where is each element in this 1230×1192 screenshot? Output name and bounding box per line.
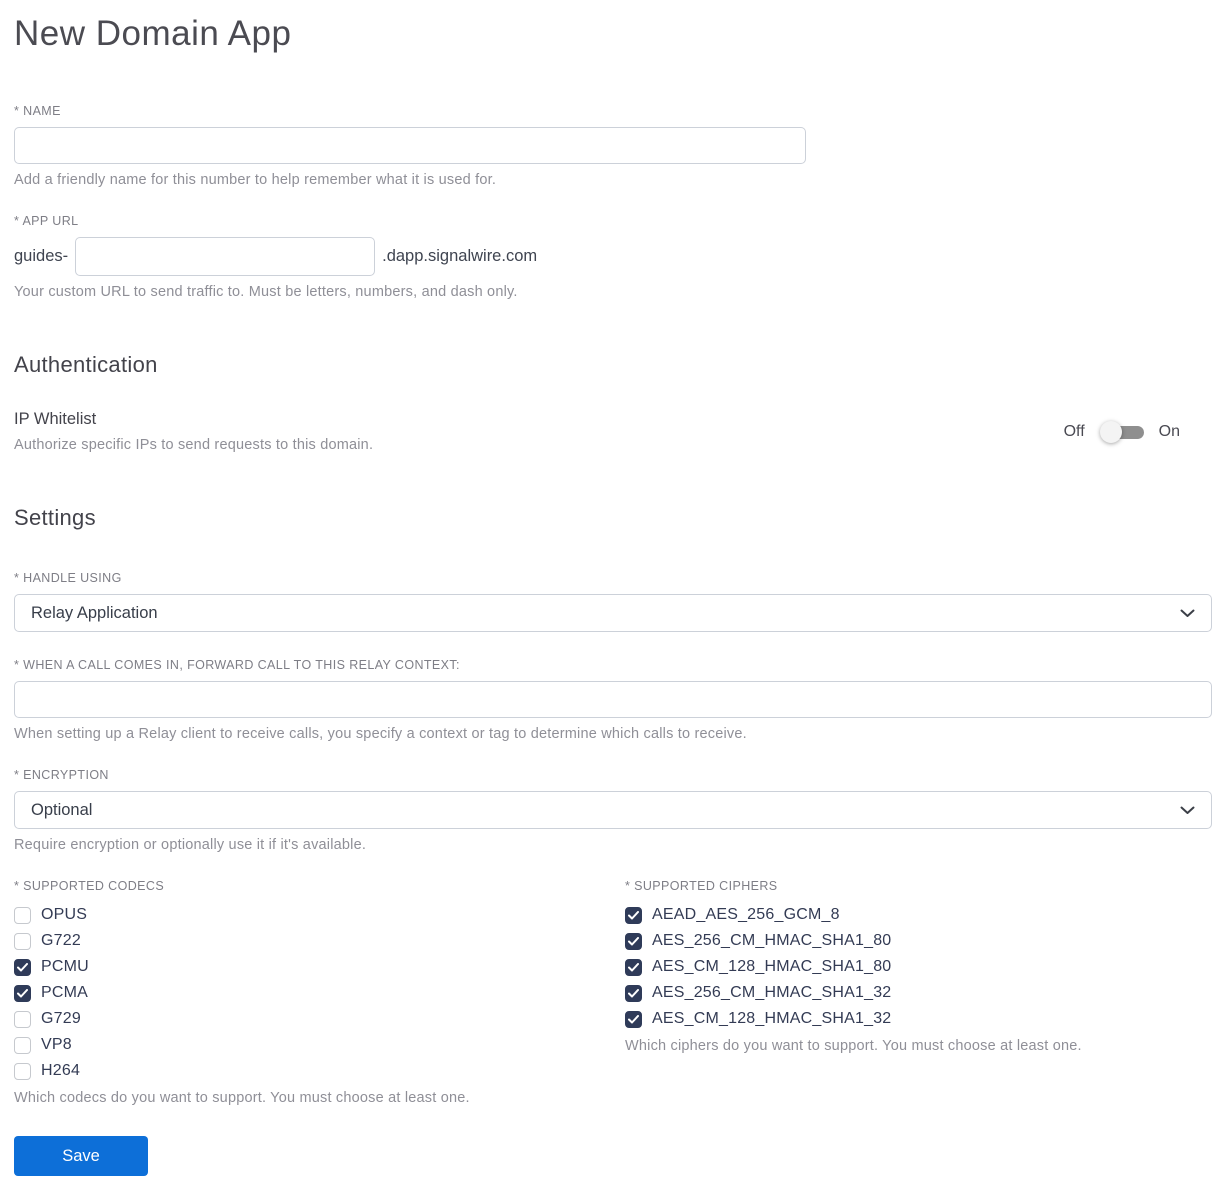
checkbox[interactable] (625, 906, 642, 924)
checkbox-option-label: G722 (41, 932, 81, 949)
ip-whitelist-helper-text: Authorize specific IPs to send requests … (14, 437, 374, 453)
encryption-value: Optional (31, 800, 93, 819)
ip-whitelist-text-block: IP Whitelist Authorize specific IPs to s… (14, 410, 373, 453)
checkbox-row[interactable]: G729 (14, 1006, 625, 1032)
checkbox-option-label: PCMU (41, 958, 89, 975)
ip-whitelist-toggle[interactable] (1099, 420, 1144, 443)
checkbox-row[interactable]: PCMA (14, 980, 625, 1006)
codecs-ciphers-row: * SUPPORTED CODECS OPUS G722 PCMU PCMA G… (14, 879, 1212, 1106)
check-icon (17, 962, 28, 971)
app-url-input[interactable] (75, 237, 376, 276)
checkbox-option-label: AES_CM_128_HMAC_SHA1_32 (652, 1010, 892, 1027)
ciphers-helper-text: Which ciphers do you want to support. Yo… (625, 1038, 1082, 1054)
ip-whitelist-row: IP Whitelist Authorize specific IPs to s… (14, 410, 1212, 453)
check-icon (628, 988, 639, 997)
checkbox-row[interactable]: PCMU (14, 954, 625, 980)
page-title: New Domain App (14, 14, 292, 53)
app-url-row: guides- .dapp.signalwire.com (14, 237, 1212, 276)
name-label: * NAME (14, 104, 61, 118)
checkbox-row[interactable]: VP8 (14, 1032, 625, 1058)
check-icon (17, 988, 28, 997)
supported-codecs-group: * SUPPORTED CODECS OPUS G722 PCMU PCMA G… (14, 879, 625, 1106)
encryption-helper-text: Require encryption or optionally use it … (14, 837, 367, 853)
encryption-field-group: * ENCRYPTION Optional Require encryption… (14, 768, 1212, 853)
handle-using-select[interactable]: Relay Application (14, 594, 1212, 632)
supported-codecs-label: * SUPPORTED CODECS (14, 879, 165, 893)
ip-whitelist-label: IP Whitelist (14, 410, 97, 428)
relay-context-helper-text: When setting up a Relay client to receiv… (14, 726, 747, 742)
checkbox-row[interactable]: OPUS (14, 902, 625, 928)
cipher-list: AEAD_AES_256_GCM_8 AES_256_CM_HMAC_SHA1_… (625, 902, 1212, 1032)
encryption-label: * ENCRYPTION (14, 768, 109, 782)
checkbox[interactable] (14, 958, 31, 976)
checkbox-option-label: AES_256_CM_HMAC_SHA1_80 (652, 932, 892, 949)
checkbox[interactable] (14, 1036, 31, 1054)
handle-using-field-group: * HANDLE USING Relay Application (14, 571, 1212, 632)
checkbox-option-label: PCMA (41, 984, 89, 1001)
ip-whitelist-toggle-group: Off On (1063, 420, 1212, 443)
handle-using-label: * HANDLE USING (14, 571, 122, 585)
chevron-down-icon (1180, 609, 1195, 618)
app-url-suffix: .dapp.signalwire.com (382, 247, 538, 265)
settings-section-title: Settings (14, 505, 96, 530)
app-url-field-group: * APP URL guides- .dapp.signalwire.com Y… (14, 214, 1212, 300)
name-helper-text: Add a friendly name for this number to h… (14, 172, 497, 188)
checkbox-option-label: G729 (41, 1010, 81, 1027)
checkbox-option-label: AES_CM_128_HMAC_SHA1_80 (652, 958, 892, 975)
app-url-helper-text: Your custom URL to send traffic to. Must… (14, 284, 518, 300)
checkbox[interactable] (625, 984, 642, 1002)
checkbox-row[interactable]: H264 (14, 1058, 625, 1084)
checkbox-option-label: VP8 (41, 1036, 72, 1053)
name-input[interactable] (14, 127, 806, 164)
name-field-group: * NAME Add a friendly name for this numb… (14, 104, 1212, 188)
codec-list: OPUS G722 PCMU PCMA G729 VP8 H264 (14, 902, 625, 1084)
checkbox[interactable] (625, 958, 642, 976)
checkbox[interactable] (625, 1010, 642, 1028)
toggle-off-label: Off (1063, 422, 1085, 440)
codecs-helper-text: Which codecs do you want to support. You… (14, 1090, 470, 1106)
checkbox-row[interactable]: AES_CM_128_HMAC_SHA1_80 (625, 954, 1212, 980)
checkbox-row[interactable]: AES_256_CM_HMAC_SHA1_32 (625, 980, 1212, 1006)
checkbox-option-label: AES_256_CM_HMAC_SHA1_32 (652, 984, 892, 1001)
checkbox-row[interactable]: AES_CM_128_HMAC_SHA1_32 (625, 1006, 1212, 1032)
check-icon (628, 962, 639, 971)
relay-context-input[interactable] (14, 681, 1212, 718)
check-icon (628, 936, 639, 945)
chevron-down-icon (1180, 806, 1195, 815)
toggle-knob[interactable] (1099, 420, 1122, 443)
checkbox-option-label: AEAD_AES_256_GCM_8 (652, 906, 840, 923)
checkbox-row[interactable]: G722 (14, 928, 625, 954)
check-icon (628, 910, 639, 919)
supported-ciphers-group: * SUPPORTED CIPHERS AEAD_AES_256_GCM_8 A… (625, 879, 1212, 1106)
save-button[interactable]: Save (14, 1136, 148, 1176)
app-url-prefix: guides- (14, 247, 69, 265)
authentication-section-title: Authentication (14, 352, 158, 377)
supported-ciphers-label: * SUPPORTED CIPHERS (625, 879, 778, 893)
checkbox[interactable] (14, 1010, 31, 1028)
check-icon (628, 1014, 639, 1023)
checkbox-row[interactable]: AEAD_AES_256_GCM_8 (625, 902, 1212, 928)
toggle-on-label: On (1158, 422, 1180, 440)
checkbox[interactable] (14, 906, 31, 924)
checkbox-option-label: OPUS (41, 906, 88, 923)
new-domain-app-form: New Domain App * NAME Add a friendly nam… (0, 0, 1230, 1192)
checkbox[interactable] (14, 1062, 31, 1080)
encryption-select[interactable]: Optional (14, 791, 1212, 829)
checkbox[interactable] (14, 984, 31, 1002)
checkbox-row[interactable]: AES_256_CM_HMAC_SHA1_80 (625, 928, 1212, 954)
app-url-label: * APP URL (14, 214, 79, 228)
handle-using-value: Relay Application (31, 603, 158, 622)
relay-context-label: * WHEN A CALL COMES IN, FORWARD CALL TO … (14, 658, 460, 672)
checkbox-option-label: H264 (41, 1062, 81, 1079)
checkbox[interactable] (625, 932, 642, 950)
relay-context-field-group: * WHEN A CALL COMES IN, FORWARD CALL TO … (14, 658, 1212, 742)
checkbox[interactable] (14, 932, 31, 950)
